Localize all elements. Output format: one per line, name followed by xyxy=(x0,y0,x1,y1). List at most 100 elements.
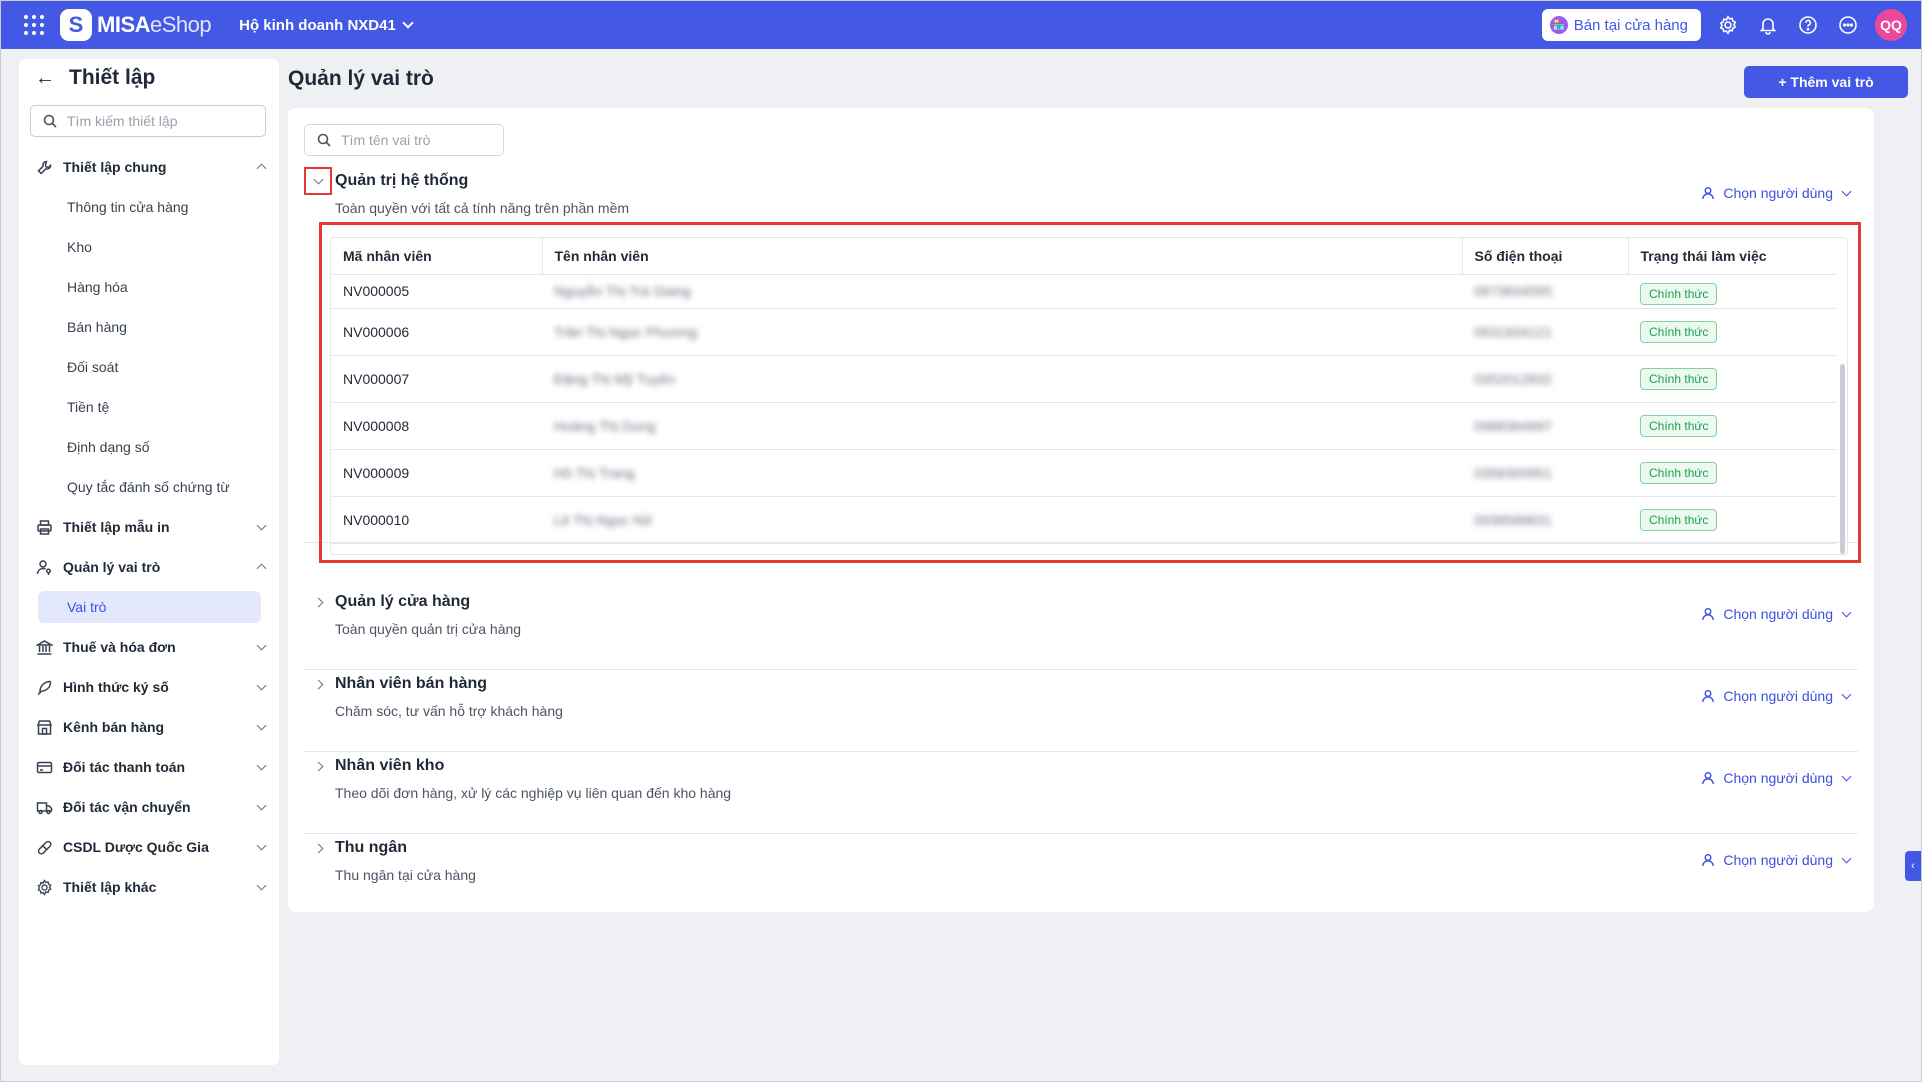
table-row[interactable]: NV000005 Nguyễn Thị Trà Giang 0973834595… xyxy=(331,274,1836,309)
settings-sidebar: ← Thiết lập Thiết lập chung Thông tin cử… xyxy=(19,59,279,1065)
user-icon xyxy=(1702,690,1715,703)
sidebar-item-store-info[interactable]: Thông tin cửa hàng xyxy=(19,187,279,227)
column-header[interactable]: Số điện thoại xyxy=(1462,238,1629,275)
employee-name: Nguyễn Thị Trà Giang xyxy=(542,274,1462,309)
chevron-up-icon xyxy=(256,563,267,574)
choose-user-dropdown[interactable]: Chọn người dùng xyxy=(1701,185,1852,201)
role-name: Nhân viên bán hàng xyxy=(335,675,488,692)
sidebar-item-warehouse[interactable]: Kho xyxy=(19,227,279,267)
choose-user-dropdown[interactable]: Chọn người dùng xyxy=(1701,770,1852,786)
table-header-row: Mã nhân viên Tên nhân viên Số điện thoại… xyxy=(331,238,1836,275)
sidebar-item-sales[interactable]: Bán hàng xyxy=(19,307,279,347)
sidebar-item-currency[interactable]: Tiền tệ xyxy=(19,387,279,427)
expand-toggle[interactable] xyxy=(304,588,332,616)
column-header[interactable]: Mã nhân viên xyxy=(331,238,543,275)
table-row[interactable]: NV000006 Trần Thị Ngọc Phương 0931934121… xyxy=(331,308,1836,356)
status-badge: Chính thức xyxy=(1640,461,1718,484)
chevron-down-icon xyxy=(1841,607,1852,617)
choose-user-label: Chọn người dùng xyxy=(1723,606,1833,622)
brand-main: MISA xyxy=(97,12,151,37)
collapse-toggle[interactable] xyxy=(304,167,332,195)
user-avatar[interactable]: QQ xyxy=(1875,9,1907,41)
expand-toggle[interactable] xyxy=(304,834,332,862)
table-row[interactable]: NV000008 Hoàng Thị Dung 0988384997 Chính… xyxy=(331,402,1836,450)
table-row[interactable]: NV000010 Lê Thị Ngọc Nữ 0938588831 Chính… xyxy=(331,496,1836,544)
sidebar-group-digital-sign[interactable]: Hình thức ký số xyxy=(19,667,279,707)
choose-user-label: Chọn người dùng xyxy=(1723,770,1833,786)
sidebar-item-roles[interactable]: Vai trò xyxy=(38,591,261,623)
sidebar-group-print[interactable]: Thiết lập mẫu in xyxy=(19,507,279,547)
sell-in-store-button[interactable]: 🏪 Bán tại cửa hàng xyxy=(1541,9,1701,41)
sidebar-group-tax[interactable]: Thuế và hóa đơn xyxy=(19,627,279,667)
printer-icon xyxy=(35,518,53,536)
settings-icon[interactable] xyxy=(1715,12,1741,38)
choose-user-dropdown[interactable]: Chọn người dùng xyxy=(1701,688,1852,704)
employee-code: NV000008 xyxy=(331,402,542,450)
sidebar-item-doc-numbering[interactable]: Quy tắc đánh số chứng từ xyxy=(19,467,279,507)
sidebar-group-pharma-db[interactable]: CSDL Dược Quốc Gia xyxy=(19,827,279,867)
chevron-right-icon xyxy=(313,761,323,771)
collapse-side-panel-icon[interactable]: ‹ xyxy=(1905,851,1921,881)
chevron-down-icon xyxy=(1841,689,1852,699)
column-header[interactable]: Tên nhân viên xyxy=(542,238,1463,275)
sidebar-group-label: CSDL Dược Quốc Gia xyxy=(63,839,209,855)
table-scrollbar[interactable] xyxy=(1840,364,1845,554)
role-search xyxy=(304,124,504,156)
choose-user-dropdown[interactable]: Chọn người dùng xyxy=(1701,852,1852,868)
sidebar-header: ← Thiết lập xyxy=(19,59,279,97)
employee-table-highlight: Mã nhân viên Tên nhân viên Số điện thoại… xyxy=(319,222,1861,563)
sidebar-item-reconcile[interactable]: Đối soát xyxy=(19,347,279,387)
sidebar-group-other[interactable]: Thiết lập khác xyxy=(19,867,279,907)
user-icon xyxy=(1702,772,1715,785)
role-description: Toàn quyền với tất cả tính năng trên phầ… xyxy=(335,200,630,216)
app-grid-icon[interactable] xyxy=(18,9,50,41)
expand-toggle[interactable] xyxy=(304,752,332,780)
sidebar-group-label: Kênh bán hàng xyxy=(63,719,165,735)
employee-phone: 0988384997 xyxy=(1462,402,1628,450)
bank-icon xyxy=(35,638,53,656)
brand-logo[interactable]: S MISAeShop xyxy=(60,9,212,41)
table-row[interactable]: NV000009 Hồ Thị Trang 0358300951 Chính t… xyxy=(331,449,1836,497)
more-icon[interactable] xyxy=(1835,12,1861,38)
user-key-icon xyxy=(35,558,53,576)
sell-in-store-label: Bán tại cửa hàng xyxy=(1573,16,1688,34)
sidebar-group-roles[interactable]: Quản lý vai trò xyxy=(19,547,279,587)
choose-user-dropdown[interactable]: Chọn người dùng xyxy=(1701,606,1852,622)
back-arrow-icon[interactable]: ← xyxy=(35,67,57,90)
sidebar-group-label: Hình thức ký số xyxy=(63,679,169,695)
employee-name: Trần Thị Ngọc Phương xyxy=(542,308,1462,356)
settings-search xyxy=(30,105,266,137)
choose-user-label: Chọn người dùng xyxy=(1723,185,1833,201)
sidebar-group-general[interactable]: Thiết lập chung xyxy=(19,147,279,187)
add-role-button[interactable]: + Thêm vai trò xyxy=(1744,66,1908,98)
choose-user-label: Chọn người dùng xyxy=(1723,852,1833,868)
chevron-down-icon xyxy=(256,880,267,890)
sidebar-item-number-format[interactable]: Định dạng số xyxy=(19,427,279,467)
chevron-down-icon xyxy=(1841,186,1852,196)
sidebar-menu: Thiết lập chung Thông tin cửa hàng Kho H… xyxy=(19,147,279,907)
employee-phone: 0938588831 xyxy=(1462,496,1628,544)
role-name: Quản trị hệ thống xyxy=(335,172,469,189)
role-name: Quản lý cửa hàng xyxy=(335,593,471,610)
employee-code: NV000009 xyxy=(331,449,542,497)
sidebar-group-shipping-partners[interactable]: Đối tác vận chuyển xyxy=(19,787,279,827)
storefront-icon xyxy=(35,718,53,736)
sidebar-item-goods[interactable]: Hàng hóa xyxy=(19,267,279,307)
sidebar-group-channels[interactable]: Kênh bán hàng xyxy=(19,707,279,747)
column-header[interactable]: Trạng thái làm việc xyxy=(1628,238,1836,275)
chevron-down-icon xyxy=(256,800,267,810)
chevron-down-icon xyxy=(1841,853,1852,863)
business-selector[interactable]: Hộ kinh doanh NXD41 xyxy=(239,17,414,34)
role-search-input[interactable] xyxy=(341,132,501,148)
page-title: Quản lý vai trò xyxy=(288,67,434,90)
sidebar-group-payment-partners[interactable]: Đối tác thanh toán xyxy=(19,747,279,787)
bell-icon[interactable] xyxy=(1755,12,1781,38)
settings-search-input[interactable] xyxy=(67,113,257,129)
table-row[interactable]: NV000007 Đặng Thị Mỹ Tuyền 0352012832 Ch… xyxy=(331,355,1836,403)
role-item-store-manager: Quản lý cửa hàng Toàn quyền quản trị cửa… xyxy=(304,588,1858,670)
expand-toggle[interactable] xyxy=(304,670,332,698)
chevron-right-icon xyxy=(313,597,323,607)
help-icon[interactable] xyxy=(1795,12,1821,38)
chevron-down-icon xyxy=(313,174,323,184)
status-cell: Chính thức xyxy=(1628,449,1836,497)
